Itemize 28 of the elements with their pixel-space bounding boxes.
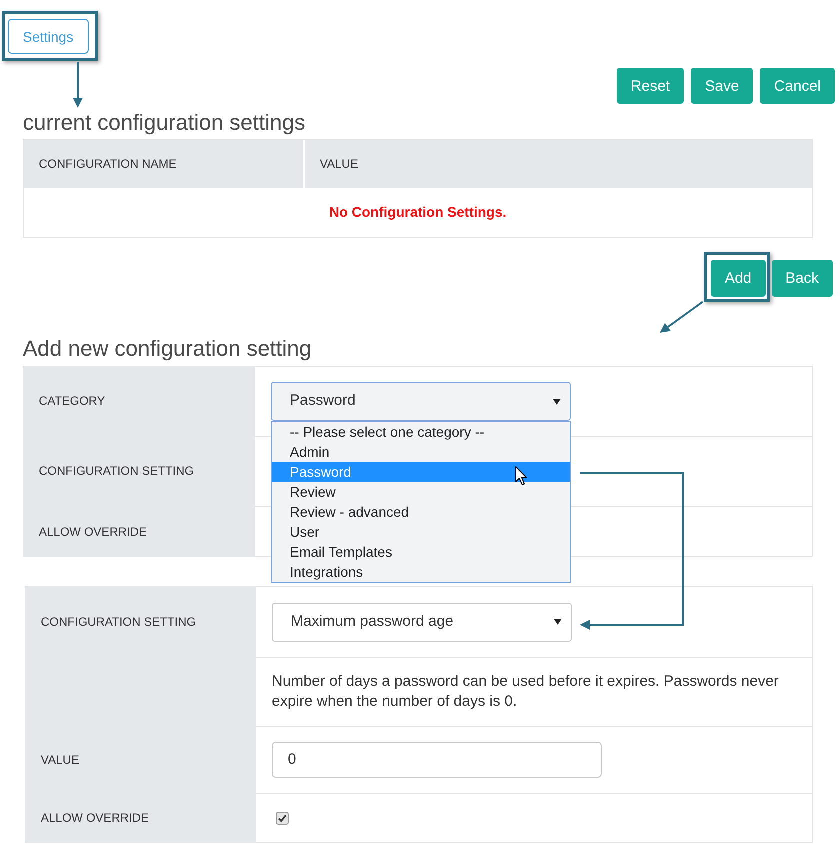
dropdown-option[interactable]: Email Templates — [272, 542, 570, 562]
field-label: VALUE — [41, 752, 80, 768]
dropdown-option[interactable]: Admin — [272, 442, 570, 462]
callout-arrow — [73, 62, 83, 108]
column-header: VALUE — [319, 156, 360, 173]
dropdown-option[interactable]: Integrations — [272, 562, 570, 582]
description-text: Number of days a password can be used before it expires. Passwords never expire when the number of days is 0. — [272, 672, 780, 712]
column-header: CONFIGURATION NAME — [24, 140, 305, 188]
dropdown-option[interactable]: -- Please select one category -- — [272, 422, 570, 442]
field-label: CATEGORY — [39, 393, 106, 410]
dropdown-select[interactable]: Password — [271, 382, 571, 421]
checkbox[interactable] — [276, 812, 289, 824]
caret-icon — [554, 619, 562, 625]
dropdown-option[interactable]: Review — [272, 482, 570, 502]
callout-arrow — [660, 301, 704, 333]
field-label: ALLOW OVERRIDE — [39, 524, 148, 540]
dropdown-option[interactable]: User — [272, 522, 570, 542]
dropdown-select[interactable]: Maximum password age — [272, 602, 572, 642]
caret-icon — [553, 398, 561, 404]
value-input[interactable]: 0 — [272, 742, 602, 778]
empty-message: No Configuration Settings. — [329, 203, 507, 222]
section-title: Add new configuration setting — [23, 336, 312, 362]
mouse-pointer-icon — [515, 466, 528, 486]
field-label: ALLOW OVERRIDE — [41, 810, 150, 827]
dropdown-option[interactable]: Review - advanced — [272, 502, 570, 522]
field-label: CONFIGURATION SETTING — [39, 463, 194, 480]
section-title: current configuration settings — [23, 110, 306, 136]
field-label: CONFIGURATION SETTING — [41, 614, 196, 630]
